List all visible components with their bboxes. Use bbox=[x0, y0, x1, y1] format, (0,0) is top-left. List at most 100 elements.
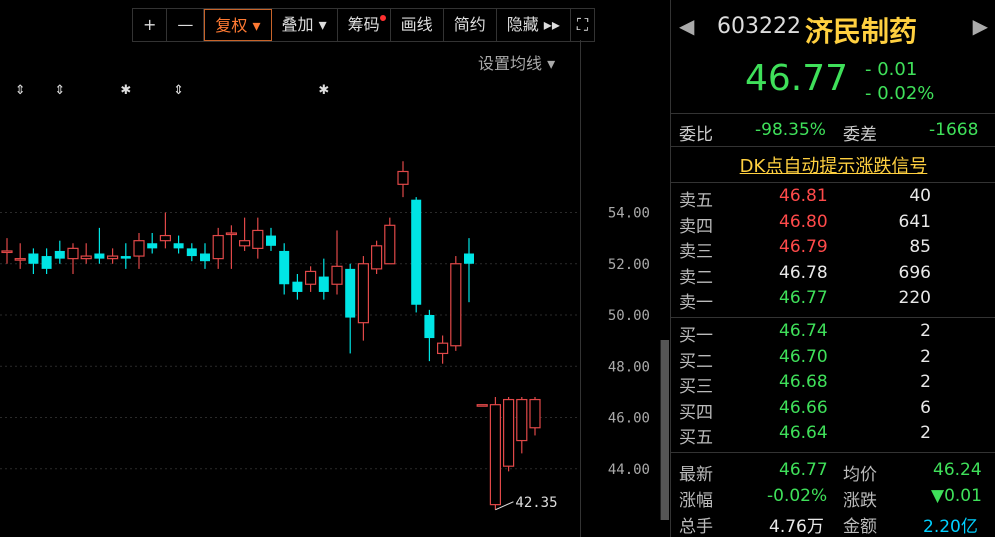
change-label: 涨跌 bbox=[843, 491, 877, 511]
candle-body bbox=[239, 240, 251, 247]
price-change-block: - 0.01 - 0.02% bbox=[865, 58, 934, 106]
quote-panel: ◀ 603222 济民制药 ▶ 46.77 - 0.01 - 0.02% 委比 … bbox=[670, 0, 995, 537]
buy-level-price[interactable]: 46.70 bbox=[779, 347, 828, 367]
candle-body bbox=[357, 263, 369, 324]
candle-body bbox=[397, 170, 409, 185]
kline-chart-panel[interactable]: + — 复权 ▾ 叠加 ▾ 筹码 画线 简约 隐藏 ▸▸ ⛶ 设置均线 ▾ 54… bbox=[0, 0, 669, 537]
candle bbox=[120, 243, 131, 269]
candle bbox=[450, 256, 462, 351]
candle bbox=[41, 248, 52, 274]
y-tick-label: 50.00 bbox=[608, 308, 650, 324]
candle bbox=[331, 230, 343, 295]
candle-body bbox=[225, 232, 237, 236]
buy-level-price[interactable]: 46.68 bbox=[779, 372, 828, 392]
candle bbox=[279, 243, 290, 295]
divider bbox=[671, 113, 995, 114]
sell-level-volume: 40 bbox=[909, 186, 931, 206]
candle bbox=[200, 243, 210, 269]
y-tick-label: 48.00 bbox=[608, 359, 650, 375]
weicha-label: 委差 bbox=[843, 125, 877, 145]
event-marker-icon: ⇕ bbox=[54, 83, 65, 98]
candle bbox=[371, 240, 383, 274]
stock-name: 济民制药 bbox=[805, 15, 918, 48]
candle bbox=[94, 227, 105, 264]
sell-level-price[interactable]: 46.78 bbox=[779, 263, 828, 283]
candle-body bbox=[437, 342, 449, 355]
candle-body bbox=[489, 404, 501, 506]
candle-body bbox=[384, 224, 396, 265]
amount-value: 2.20亿 bbox=[923, 517, 978, 537]
change-value: ▼0.01 bbox=[931, 486, 982, 506]
divider bbox=[671, 317, 995, 318]
weibi-value: -98.35% bbox=[755, 120, 826, 140]
latest-label: 最新 bbox=[679, 465, 713, 485]
candle bbox=[476, 404, 488, 407]
candle-body bbox=[279, 250, 290, 285]
candle-body bbox=[331, 265, 343, 285]
buy-level-price[interactable]: 46.66 bbox=[779, 398, 828, 418]
current-price: 46.77 bbox=[745, 58, 849, 99]
sell-level-volume: 220 bbox=[898, 288, 931, 309]
buy-level-label: 买二 bbox=[679, 351, 713, 372]
candlestick-svg: 54.00 52.00 50.00 48.00 46.00 44.00 ⇕ ⇕ ✱ ⇕ ✱ 42.35 bbox=[0, 83, 650, 511]
event-marker-icon: ✱ bbox=[120, 83, 131, 98]
candle bbox=[14, 243, 26, 269]
candle bbox=[516, 397, 528, 454]
candle bbox=[266, 227, 276, 251]
candle bbox=[80, 243, 92, 264]
candle-body bbox=[516, 398, 528, 442]
dk-signal-link[interactable]: DK点自动提示涨跌信号 bbox=[671, 152, 995, 178]
buy-level-volume: 2 bbox=[920, 372, 931, 393]
candle-body bbox=[54, 250, 65, 259]
sell-level-price[interactable]: 46.77 bbox=[779, 288, 828, 308]
candle-body bbox=[318, 276, 329, 292]
candle-body bbox=[159, 234, 171, 242]
candle bbox=[384, 217, 396, 265]
prev-stock-icon[interactable]: ◀ bbox=[679, 14, 694, 38]
event-marker-icon: ⇕ bbox=[173, 83, 184, 98]
candle bbox=[147, 233, 158, 254]
candle bbox=[239, 217, 251, 251]
candle bbox=[503, 397, 515, 472]
next-stock-icon[interactable]: ▶ bbox=[973, 14, 988, 38]
weibi-label: 委比 bbox=[679, 125, 713, 145]
candle-body bbox=[200, 253, 210, 262]
candle bbox=[1, 238, 13, 264]
buy-level-volume: 6 bbox=[920, 397, 931, 418]
axis-divider bbox=[580, 40, 581, 537]
sell-level-volume: 85 bbox=[909, 237, 931, 258]
candle-body bbox=[529, 398, 541, 429]
candle bbox=[106, 248, 119, 264]
candle-body bbox=[476, 404, 488, 407]
candle-body bbox=[503, 398, 515, 467]
candle-body bbox=[67, 247, 79, 260]
stock-code: 603222 bbox=[717, 14, 801, 39]
candle bbox=[54, 240, 65, 264]
low-price-label: 42.35 bbox=[515, 495, 557, 511]
candle-body bbox=[292, 281, 303, 292]
y-tick-label: 52.00 bbox=[608, 257, 650, 273]
candle-body bbox=[266, 235, 276, 246]
buy-level-price[interactable]: 46.64 bbox=[779, 423, 828, 443]
volume-label: 总手 bbox=[679, 517, 713, 537]
y-tick-label: 44.00 bbox=[608, 462, 650, 478]
sell-level-price[interactable]: 46.79 bbox=[779, 237, 828, 257]
sell-level-volume: 641 bbox=[898, 211, 931, 232]
buy-level-label: 买一 bbox=[679, 326, 713, 346]
candle bbox=[437, 335, 449, 364]
candle-body bbox=[147, 243, 158, 249]
chart-scrollbar[interactable] bbox=[660, 340, 669, 520]
buy-level-volume: 2 bbox=[920, 423, 931, 444]
candle-body bbox=[464, 253, 474, 264]
buy-level-label: 买五 bbox=[679, 428, 713, 449]
divider bbox=[671, 146, 995, 147]
buy-level-price[interactable]: 46.74 bbox=[779, 321, 828, 341]
sell-level-price[interactable]: 46.81 bbox=[779, 186, 828, 206]
y-tick-label: 54.00 bbox=[608, 206, 650, 222]
candle-body bbox=[424, 315, 435, 339]
candle-body bbox=[212, 234, 224, 260]
sell-level-price[interactable]: 46.80 bbox=[779, 212, 828, 232]
candle-body bbox=[14, 258, 26, 261]
candle bbox=[357, 256, 369, 341]
candle-body bbox=[28, 253, 39, 264]
